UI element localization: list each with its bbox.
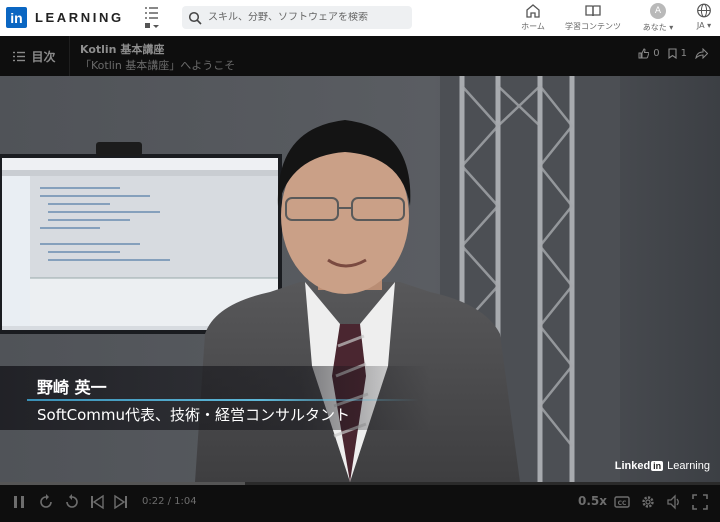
- volume-icon: [667, 494, 679, 510]
- playback-speed-button[interactable]: 0.5x: [578, 494, 607, 508]
- share-button[interactable]: [695, 48, 708, 59]
- search-box[interactable]: [182, 6, 412, 29]
- next-icon: [114, 494, 127, 510]
- nav-language-label: JA ▾: [696, 21, 712, 30]
- previous-icon: [91, 494, 104, 510]
- rewind-icon: [40, 494, 52, 508]
- previous-button[interactable]: [90, 494, 104, 514]
- home-icon: [526, 4, 540, 18]
- linkedin-learning-logo[interactable]: in LEARNING: [6, 7, 124, 28]
- watermark-linked: Linked: [614, 460, 651, 472]
- next-button[interactable]: [114, 494, 128, 514]
- pause-button[interactable]: [12, 494, 26, 514]
- app-root: in LEARNING スキル、分野、ソフトウェアを検索 ホーム 学習コンテンツ…: [0, 0, 720, 522]
- presenter-name: 野崎 英一: [37, 378, 107, 397]
- linkedin-logo-mark: in: [6, 7, 27, 28]
- forward-icon: [66, 494, 78, 508]
- list-menu-icon: [145, 7, 159, 28]
- nav-my-learning[interactable]: 学習コンテンツ: [560, 3, 626, 33]
- menu-button[interactable]: [141, 4, 165, 32]
- watermark-in-mark: in: [651, 461, 664, 471]
- course-title[interactable]: Kotlin 基本講座: [80, 41, 164, 57]
- captions-button[interactable]: CC: [614, 494, 630, 514]
- linkedin-learning-watermark: Linked in Learning: [615, 460, 710, 472]
- presenter-lower-third: 野崎 英一 SoftCommu代表、技術・経営コンサルタント: [0, 366, 430, 430]
- player-controls: 0:22 / 1:04 0.5x CC: [0, 482, 720, 522]
- captions-icon: CC: [614, 496, 630, 508]
- lower-third-accent-line: [27, 399, 419, 401]
- search-icon: [188, 11, 202, 25]
- nav-home[interactable]: ホーム: [516, 3, 550, 33]
- forward-button[interactable]: [64, 494, 80, 514]
- pause-icon: [14, 496, 24, 508]
- nav-language-text: JA: [696, 21, 705, 30]
- avatar: A: [650, 3, 666, 19]
- settings-button[interactable]: [640, 494, 656, 514]
- like-button[interactable]: 0: [638, 48, 660, 59]
- like-count: 0: [653, 48, 660, 59]
- nav-me-label: あなた ▾: [642, 23, 674, 32]
- progress-fill: [0, 482, 245, 485]
- rewind-button[interactable]: [38, 494, 54, 514]
- save-button[interactable]: 1: [668, 48, 687, 59]
- nav-me[interactable]: A あなた ▾: [636, 3, 680, 33]
- progress-bar[interactable]: [0, 482, 720, 485]
- gear-icon: [642, 496, 654, 508]
- timecode: 0:22 / 1:04: [142, 496, 197, 507]
- nav-home-label: ホーム: [521, 22, 545, 31]
- fullscreen-button[interactable]: [692, 494, 708, 514]
- thumbs-up-icon: [638, 48, 650, 59]
- globe-icon: [697, 3, 711, 18]
- nav-my-learning-label: 学習コンテンツ: [565, 22, 621, 31]
- volume-button[interactable]: [666, 494, 682, 514]
- toc-button[interactable]: 目次: [0, 36, 70, 76]
- book-icon: [585, 5, 601, 17]
- nav-language[interactable]: JA ▾: [690, 3, 718, 33]
- toc-label: 目次: [31, 49, 56, 64]
- video-title: 「Kotlin 基本講座」へようこそ: [80, 59, 236, 72]
- save-count: 1: [680, 48, 687, 59]
- bookmark-icon: [668, 48, 677, 59]
- watermark-learning: Learning: [667, 460, 710, 472]
- svg-text:CC: CC: [618, 500, 627, 507]
- search-input[interactable]: [208, 12, 408, 23]
- nav-me-text: あなた: [642, 23, 667, 32]
- logo-text: LEARNING: [35, 10, 124, 25]
- fullscreen-icon: [692, 494, 708, 510]
- video-player[interactable]: 野崎 英一 SoftCommu代表、技術・経営コンサルタント Linked in L…: [0, 76, 720, 482]
- list-icon: [13, 51, 26, 61]
- course-actions: 0 1: [638, 48, 708, 59]
- share-icon: [695, 48, 708, 59]
- presenter-title: SoftCommu代表、技術・経営コンサルタント: [37, 406, 350, 424]
- top-nav: in LEARNING スキル、分野、ソフトウェアを検索 ホーム 学習コンテンツ…: [0, 0, 720, 36]
- course-header-bar: 目次 Kotlin 基本講座 「Kotlin 基本講座」へようこそ 0 1: [0, 36, 720, 76]
